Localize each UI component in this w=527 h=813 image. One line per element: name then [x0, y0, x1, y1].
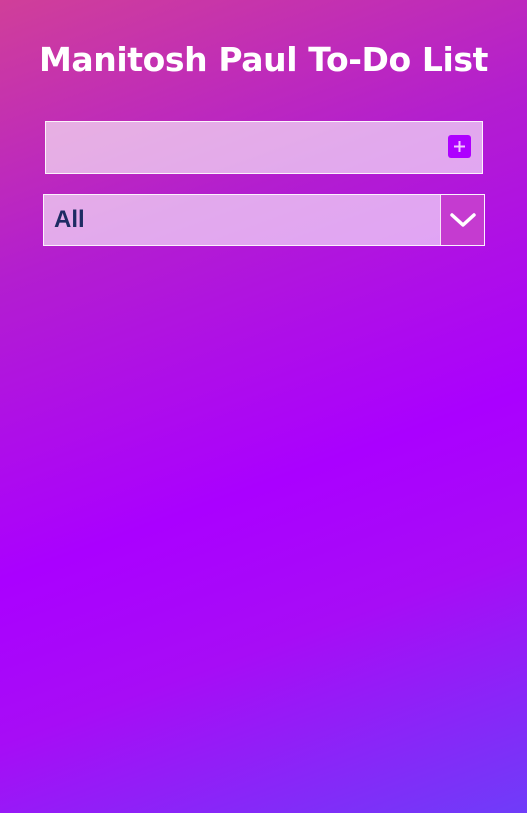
todo-input[interactable]	[46, 122, 436, 173]
plus-icon	[454, 141, 465, 152]
chevron-down-icon	[449, 213, 476, 227]
todo-form	[45, 121, 483, 174]
filter-select[interactable]: All	[43, 194, 485, 246]
add-todo-button[interactable]	[448, 135, 471, 158]
page-title: Manitosh Paul To-Do List	[38, 40, 489, 79]
filter-selected-value: All	[54, 206, 85, 233]
filter-dropdown-toggle[interactable]	[440, 195, 484, 245]
